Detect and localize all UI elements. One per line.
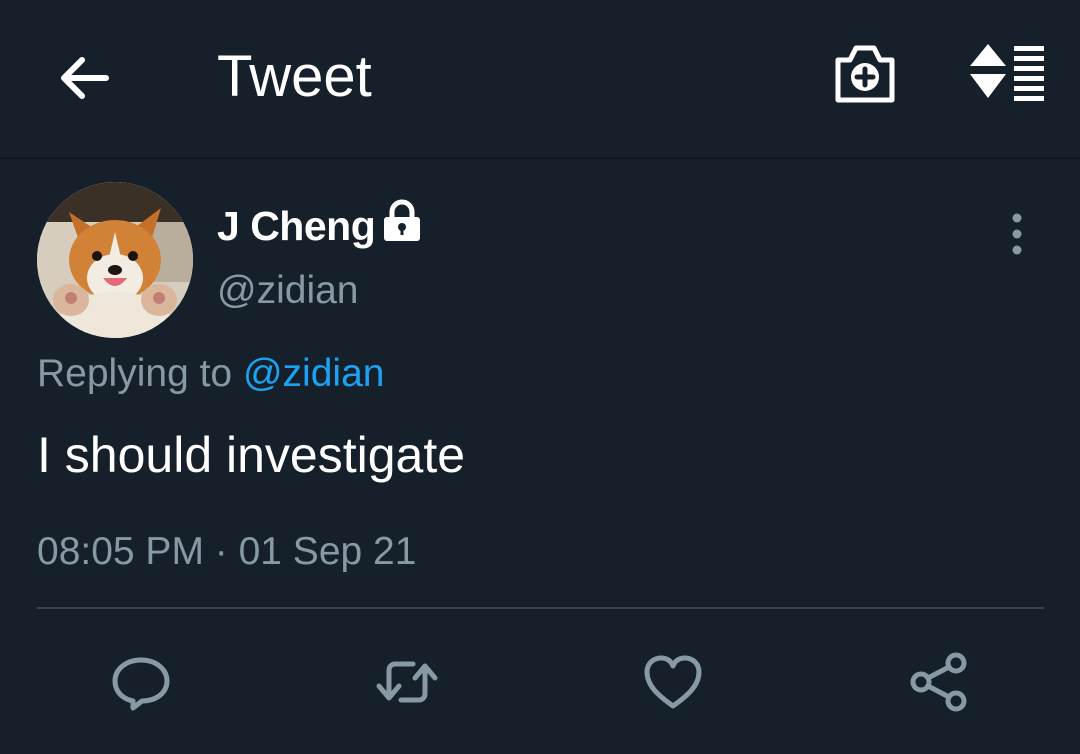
sort-list-icon <box>970 44 1044 101</box>
more-vertical-icon <box>1012 213 1022 255</box>
replying-to: Replying to @zidian <box>37 349 384 399</box>
lock-icon <box>380 199 424 243</box>
reply-icon <box>112 657 170 711</box>
avatar-image <box>37 182 193 338</box>
like-button[interactable] <box>641 650 705 714</box>
tweet-text: I should investigate <box>37 427 466 483</box>
retweet-icon <box>376 661 438 703</box>
camera-button[interactable] <box>830 40 900 110</box>
share-button[interactable] <box>907 650 971 714</box>
author-handle[interactable]: @zidian <box>217 267 359 315</box>
reply-mention-link[interactable]: @zidian <box>243 352 385 395</box>
back-button[interactable] <box>52 46 116 110</box>
sort-button[interactable] <box>966 42 1050 106</box>
avatar[interactable] <box>37 182 193 338</box>
arrow-left-icon <box>61 57 109 99</box>
author-name[interactable]: J Cheng <box>217 201 376 251</box>
divider <box>37 607 1044 609</box>
app-bar: Tweet <box>0 0 1080 159</box>
page-title: Tweet <box>217 44 372 109</box>
share-icon <box>910 652 967 712</box>
retweet-button[interactable] <box>375 650 439 714</box>
more-options-button[interactable] <box>996 209 1038 259</box>
tweet-timestamp: 08:05 PM · 01 Sep 21 <box>37 530 417 573</box>
camera-add-icon <box>835 45 895 103</box>
heart-icon <box>644 655 702 709</box>
reply-button[interactable] <box>109 650 173 714</box>
reply-prefix: Replying to <box>37 352 233 395</box>
